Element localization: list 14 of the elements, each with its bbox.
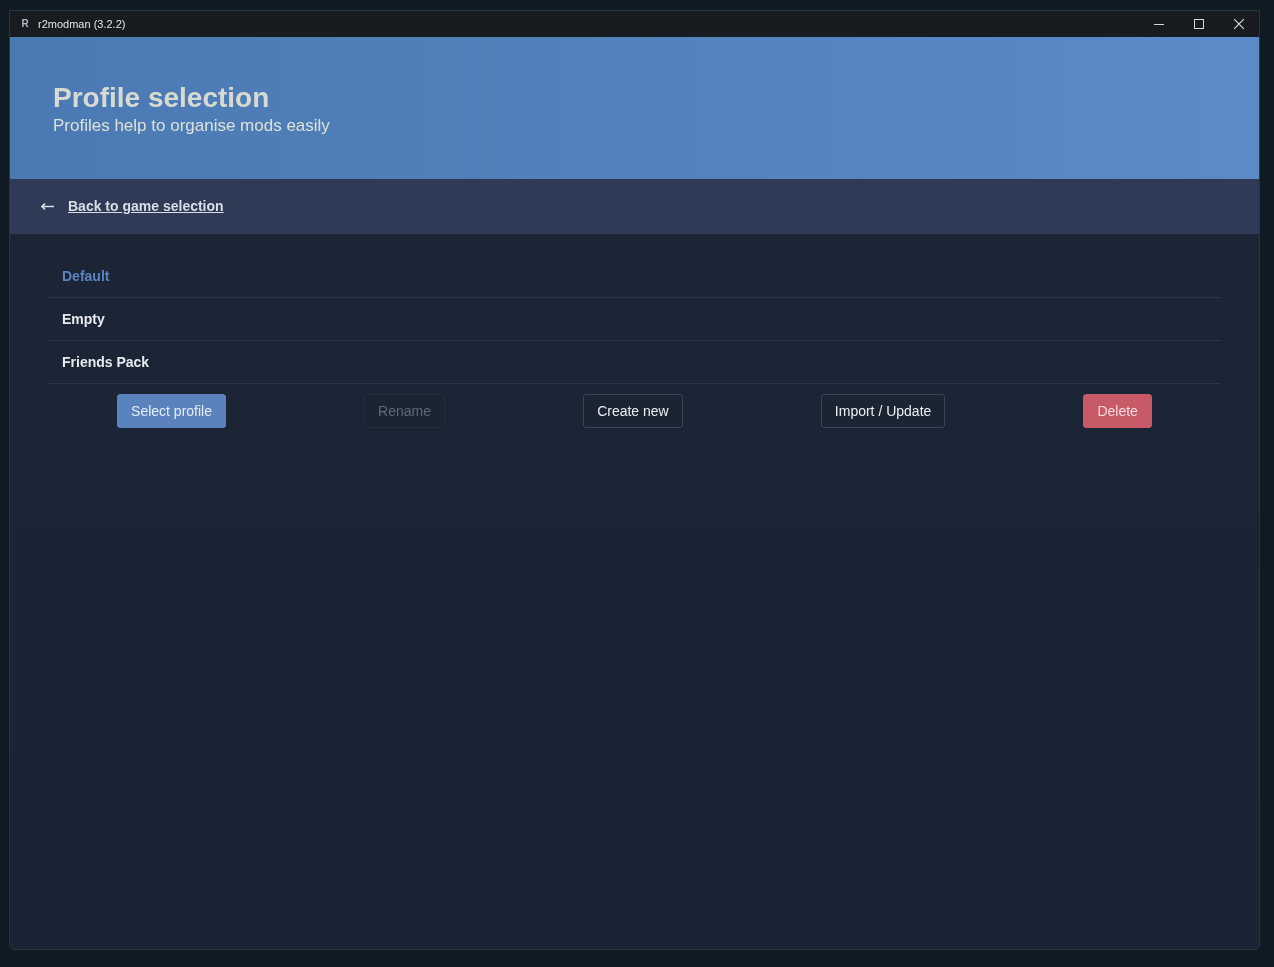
page-subtitle: Profiles help to organise mods easily <box>53 115 330 137</box>
profile-item[interactable]: Friends Pack <box>48 341 1221 384</box>
page-title: Profile selection <box>53 81 270 115</box>
close-icon[interactable] <box>1234 19 1244 29</box>
profile-item[interactable]: Empty <box>48 298 1221 341</box>
action-button[interactable]: Create new <box>583 394 683 428</box>
window-title: r2modman (3.2.2) <box>38 18 126 30</box>
action-button[interactable]: Import / Update <box>820 394 946 428</box>
app-logo: R <box>20 19 30 29</box>
arrow-left-icon <box>41 203 54 210</box>
minimize-icon[interactable] <box>1154 23 1164 25</box>
profile-item[interactable]: Default <box>48 255 1221 298</box>
back-link[interactable]: Back to game selection <box>68 196 224 217</box>
maximize-icon[interactable] <box>1194 19 1204 29</box>
